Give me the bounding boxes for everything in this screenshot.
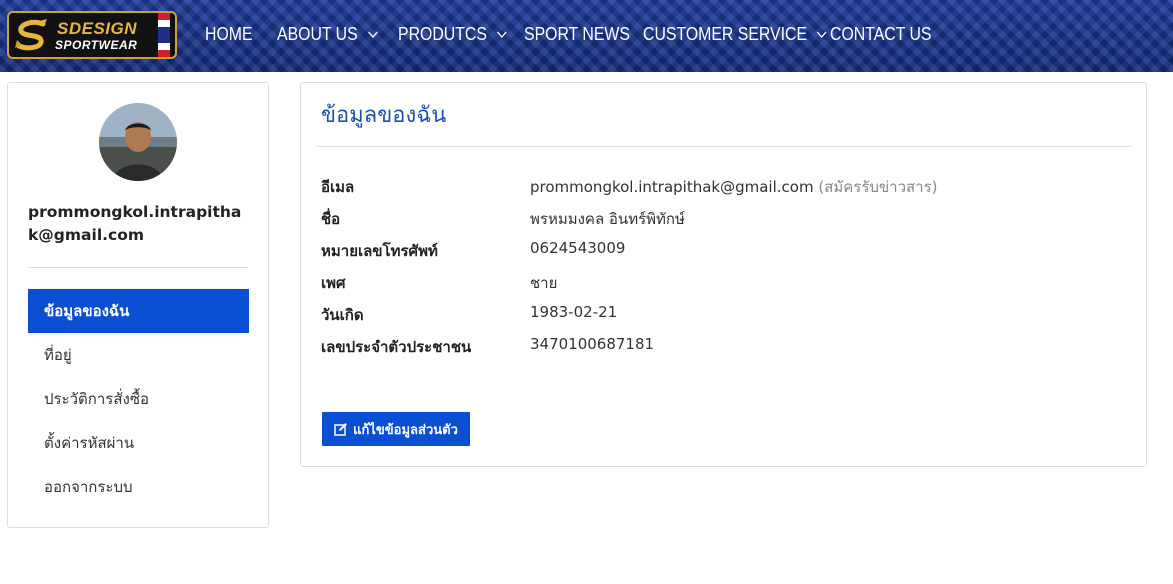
name-label: ชื่อ (321, 210, 341, 228)
divider (28, 267, 249, 268)
sidebar-item-address[interactable]: ที่อยู่ (28, 333, 249, 377)
nav-customer-service[interactable]: CUSTOMER SERVICE (643, 24, 827, 45)
email-label: อีเมล (321, 178, 355, 196)
sidebar-item-label: ประวัติการสั่งซื้อ (44, 390, 150, 408)
divider (317, 146, 1131, 147)
avatar (99, 103, 177, 181)
nav-about-us-label: ABOUT US (277, 24, 358, 44)
sidebar-item-order-history[interactable]: ประวัติการสั่งซื้อ (28, 377, 249, 421)
nav-home-label: HOME (205, 24, 253, 44)
phone-label: หมายเลขโทรศัพท์ (321, 242, 438, 260)
sidebar-item-label: ตั้งค่ารหัสผ่าน (44, 434, 135, 452)
nav-about-us[interactable]: ABOUT US (277, 24, 378, 45)
gender-label: เพศ (321, 274, 346, 292)
birthdate-value: 1983-02-21 (530, 303, 618, 321)
nav-sport-news[interactable]: SPORT NEWS (524, 24, 630, 45)
edit-profile-label: แก้ไขข้อมูลส่วนตัว (353, 422, 458, 438)
sidebar-item-label: ที่อยู่ (44, 346, 72, 364)
user-email: prommongkol.intrapithak@gmail.com (28, 203, 242, 244)
brand-line2: SPORTWEAR (55, 38, 138, 52)
dragon-s-logo-icon (15, 19, 47, 51)
sidebar-item-password[interactable]: ตั้งค่ารหัสผ่าน (28, 421, 249, 465)
nav-home[interactable]: HOME (205, 24, 253, 45)
nav-products[interactable]: PRODUTCS (398, 24, 507, 45)
email-value: prommongkol.intrapithak@gmail.com (สมัคร… (530, 175, 938, 199)
nav-contact-us[interactable]: CONTACT US (830, 24, 932, 45)
sidebar-item-logout[interactable]: ออกจากระบบ (28, 465, 249, 509)
page-title: ข้อมูลของฉัน (321, 103, 447, 128)
phone-value: 0624543009 (530, 239, 626, 257)
newsletter-note: (สมัครรับข่าวสาร) (818, 178, 938, 196)
nav-products-label: PRODUTCS (398, 24, 487, 44)
account-sidebar: prommongkol.intrapithak@gmail.com ข้อมูล… (7, 82, 269, 528)
nav-customer-service-label: CUSTOMER SERVICE (643, 24, 808, 44)
chevron-down-icon (817, 31, 827, 39)
birthdate-label: วันเกิด (321, 306, 364, 324)
chevron-down-icon (367, 31, 378, 39)
sidebar-item-my-info[interactable]: ข้อมูลของฉัน (28, 289, 249, 333)
citizen-id-value: 3470100687181 (530, 335, 655, 353)
brand-line1: SDESIGN (57, 19, 138, 38)
sidebar-item-label: ข้อมูลของฉัน (44, 302, 130, 320)
citizen-id-label: เลขประจำตัวประชาชน (321, 338, 472, 356)
nav-contact-us-label: CONTACT US (830, 24, 932, 44)
name-value: พรหมมงคล อินทร์พิทักษ์ (530, 210, 685, 228)
sidebar-item-label: ออกจากระบบ (44, 478, 133, 496)
chevron-down-icon (497, 31, 507, 39)
profile-card: ข้อมูลของฉัน อีเมล prommongkol.intrapith… (300, 82, 1147, 467)
edit-profile-button[interactable]: แก้ไขข้อมูลส่วนตัว (322, 412, 470, 446)
brand-logo[interactable]: SDESIGN SPORTWEAR (7, 11, 177, 59)
top-navbar: SDESIGN SPORTWEAR HOME ABOUT US PRODUTCS… (0, 0, 1173, 72)
edit-icon (334, 423, 348, 436)
gender-value: ชาย (530, 274, 558, 292)
nav-sport-news-label: SPORT NEWS (524, 24, 630, 44)
thai-flag-icon (158, 13, 170, 57)
email-text: prommongkol.intrapithak@gmail.com (530, 178, 814, 196)
